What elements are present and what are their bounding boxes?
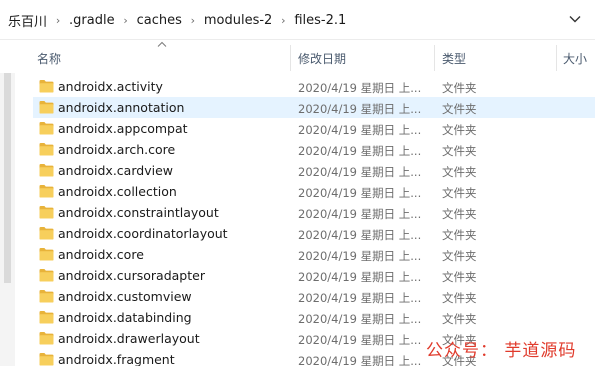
file-name[interactable]: androidx.drawerlayout <box>58 331 200 346</box>
file-row[interactable]: androidx.collection 2020/4/19 星期日 上... 文件夹 <box>33 181 595 202</box>
folder-icon <box>39 185 54 198</box>
breadcrumb-item-gradle[interactable]: .gradle <box>67 13 117 28</box>
file-name[interactable]: androidx.core <box>58 247 144 262</box>
file-row[interactable]: androidx.constraintlayout 2020/4/19 星期日 上… <box>33 202 595 223</box>
breadcrumb-item-caches[interactable]: caches <box>135 13 184 28</box>
column-divider[interactable] <box>434 45 435 71</box>
watermark-text: 公众号： 芋道源码 <box>426 341 577 361</box>
file-name[interactable]: androidx.databinding <box>58 310 192 325</box>
modified-date: 2020/4/19 星期日 上... <box>298 354 422 366</box>
folder-icon <box>39 122 54 135</box>
navigation-pane-edge <box>0 73 15 366</box>
file-type: 文件夹 <box>442 270 477 284</box>
scrollbar-thumb[interactable] <box>4 73 11 283</box>
file-row[interactable]: androidx.coordinatorlayout 2020/4/19 星期日 … <box>33 223 595 244</box>
folder-icon <box>39 101 54 114</box>
file-name[interactable]: androidx.annotation <box>58 100 184 115</box>
file-type: 文件夹 <box>442 207 477 221</box>
folder-icon <box>39 80 54 93</box>
file-row[interactable]: androidx.appcompat 2020/4/19 星期日 上... 文件夹 <box>33 118 595 139</box>
modified-date: 2020/4/19 星期日 上... <box>298 81 422 95</box>
file-name[interactable]: androidx.cardview <box>58 163 173 178</box>
folder-icon <box>39 353 54 366</box>
file-row[interactable]: androidx.core 2020/4/19 星期日 上... 文件夹 <box>33 244 595 265</box>
file-type: 文件夹 <box>442 312 477 326</box>
file-row[interactable]: androidx.cursoradapter 2020/4/19 星期日 上...… <box>33 265 595 286</box>
folder-icon <box>39 248 54 261</box>
file-name[interactable]: androidx.arch.core <box>58 142 175 157</box>
chevron-right-icon[interactable]: › <box>49 14 67 27</box>
folder-icon <box>39 206 54 219</box>
folder-icon <box>39 269 54 282</box>
breadcrumb-item-files[interactable]: files-2.1 <box>292 13 348 28</box>
modified-date: 2020/4/19 星期日 上... <box>298 207 422 221</box>
file-type: 文件夹 <box>442 144 477 158</box>
chevron-right-icon[interactable]: › <box>274 14 292 27</box>
modified-date: 2020/4/19 星期日 上... <box>298 165 422 179</box>
modified-date: 2020/4/19 星期日 上... <box>298 144 422 158</box>
breadcrumb-item-modules[interactable]: modules-2 <box>202 13 274 28</box>
file-row[interactable]: androidx.activity 2020/4/19 星期日 上... 文件夹 <box>33 76 595 97</box>
file-name[interactable]: androidx.fragment <box>58 352 175 366</box>
file-name[interactable]: androidx.coordinatorlayout <box>58 226 228 241</box>
chevron-down-icon <box>569 16 581 23</box>
breadcrumb: 乐百川 › .gradle › caches › modules-2 › fil… <box>6 11 348 30</box>
file-row[interactable]: androidx.cardview 2020/4/19 星期日 上... 文件夹 <box>33 160 595 181</box>
folder-icon <box>39 290 54 303</box>
file-type: 文件夹 <box>442 228 477 242</box>
file-name[interactable]: androidx.constraintlayout <box>58 205 219 220</box>
file-name[interactable]: androidx.appcompat <box>58 121 188 136</box>
modified-date: 2020/4/19 星期日 上... <box>298 123 422 137</box>
modified-date: 2020/4/19 星期日 上... <box>298 186 422 200</box>
file-type: 文件夹 <box>442 165 477 179</box>
column-header-name[interactable]: 名称 <box>37 50 61 67</box>
column-header-size[interactable]: 大小 <box>563 50 587 67</box>
file-name[interactable]: androidx.customview <box>58 289 192 304</box>
modified-date: 2020/4/19 星期日 上... <box>298 270 422 284</box>
column-divider[interactable] <box>556 45 557 71</box>
file-name[interactable]: androidx.cursoradapter <box>58 268 205 283</box>
modified-date: 2020/4/19 星期日 上... <box>298 249 422 263</box>
folder-icon <box>39 143 54 156</box>
column-header-bar: 名称 修改日期 类型 大小 <box>0 41 595 73</box>
file-name[interactable]: androidx.activity <box>58 79 163 94</box>
modified-date: 2020/4/19 星期日 上... <box>298 333 422 347</box>
file-row[interactable]: androidx.customview 2020/4/19 星期日 上... 文件夹 <box>33 286 595 307</box>
file-type: 文件夹 <box>442 291 477 305</box>
file-row[interactable]: androidx.arch.core 2020/4/19 星期日 上... 文件夹 <box>33 139 595 160</box>
file-name[interactable]: androidx.collection <box>58 184 177 199</box>
file-row[interactable]: androidx.annotation 2020/4/19 星期日 上... 文件夹 <box>33 97 595 118</box>
column-divider[interactable] <box>290 45 291 71</box>
breadcrumb-item-user[interactable]: 乐百川 <box>6 11 49 30</box>
modified-date: 2020/4/19 星期日 上... <box>298 312 422 326</box>
file-type: 文件夹 <box>442 249 477 263</box>
modified-date: 2020/4/19 星期日 上... <box>298 228 422 242</box>
folder-icon <box>39 332 54 345</box>
folder-icon <box>39 311 54 324</box>
address-history-button[interactable] <box>564 8 586 30</box>
sort-up-icon <box>157 41 167 47</box>
file-type: 文件夹 <box>442 186 477 200</box>
chevron-right-icon[interactable]: › <box>184 14 202 27</box>
folder-icon <box>39 164 54 177</box>
folder-icon <box>39 227 54 240</box>
chevron-right-icon[interactable]: › <box>117 14 135 27</box>
file-type: 文件夹 <box>442 123 477 137</box>
modified-date: 2020/4/19 星期日 上... <box>298 102 422 116</box>
modified-date: 2020/4/19 星期日 上... <box>298 291 422 305</box>
address-bar[interactable]: 乐百川 › .gradle › caches › modules-2 › fil… <box>0 0 595 40</box>
file-row[interactable]: androidx.databinding 2020/4/19 星期日 上... 文件… <box>33 307 595 328</box>
file-type: 文件夹 <box>442 102 477 116</box>
column-header-date[interactable]: 修改日期 <box>298 50 346 67</box>
file-type: 文件夹 <box>442 81 477 95</box>
column-header-type[interactable]: 类型 <box>442 50 466 67</box>
